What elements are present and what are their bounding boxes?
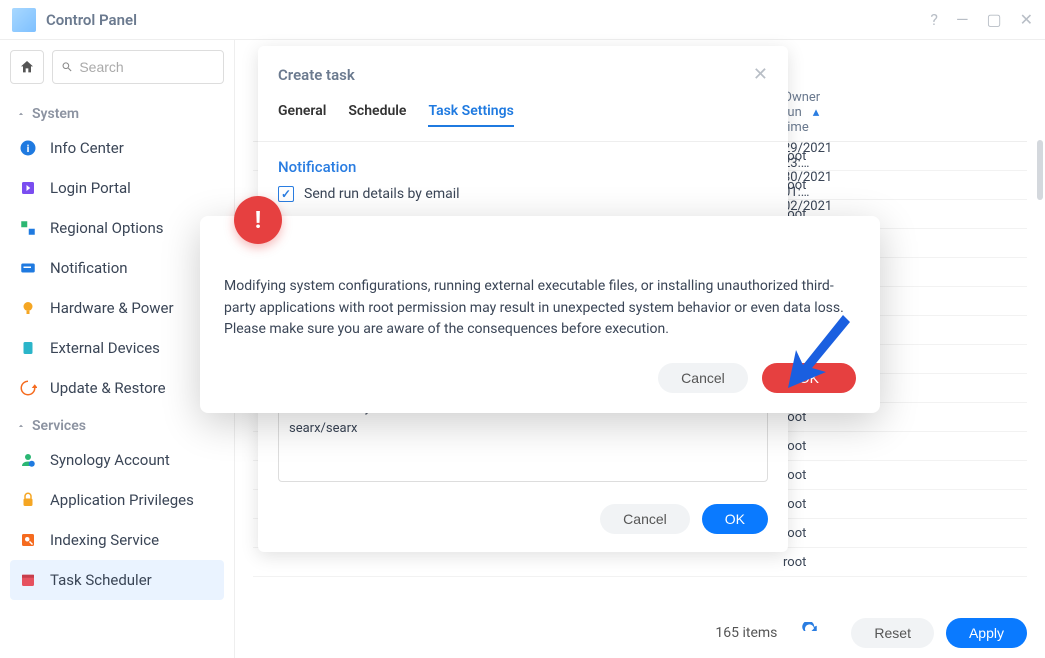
reset-button[interactable]: Reset <box>851 618 934 648</box>
warning-modal: ! Modifying system configurations, runni… <box>200 216 880 413</box>
cell-owner: root <box>783 468 1027 483</box>
scrollbar[interactable] <box>1037 140 1043 580</box>
warn-cancel-button[interactable]: Cancel <box>658 363 748 393</box>
sidebar-item-update-restore[interactable]: Update & Restore <box>10 368 224 408</box>
maximize-icon[interactable]: ▢ <box>986 10 1001 29</box>
help-icon[interactable]: ? <box>930 10 938 29</box>
lock-icon <box>18 490 38 510</box>
sidebar-item-label: External Devices <box>50 339 160 357</box>
sidebar-item-label: Hardware & Power <box>50 299 174 317</box>
portal-icon <box>18 178 38 198</box>
notification-section-title: Notification <box>278 158 768 176</box>
info-icon: i <box>18 138 38 158</box>
calendar-icon <box>18 570 38 590</box>
sidebar-item-label: Info Center <box>50 139 124 157</box>
bulb-icon <box>18 298 38 318</box>
cell-owner: root <box>783 526 1027 541</box>
cell-owner: root <box>783 497 1027 512</box>
cancel-button[interactable]: Cancel <box>600 504 690 534</box>
cell-owner: root <box>783 149 1027 164</box>
tab-task-settings[interactable]: Task Settings <box>428 103 513 127</box>
section-label: System <box>32 106 79 122</box>
svg-text:i: i <box>27 142 30 155</box>
index-icon <box>18 530 38 550</box>
usb-icon <box>18 338 38 358</box>
home-icon <box>19 59 35 75</box>
send-email-checkbox-row[interactable]: Send run details by email <box>278 186 768 202</box>
chevron-up-icon <box>16 109 26 119</box>
sidebar-item-regional-options[interactable]: Regional Options <box>10 208 224 248</box>
update-icon <box>18 378 38 398</box>
sidebar-item-application-privileges[interactable]: Application Privileges <box>10 480 224 520</box>
section-label: Services <box>32 418 86 434</box>
items-count: 165 items <box>715 625 777 641</box>
footer-bar: 165 items Reset Apply <box>253 618 1027 648</box>
app-icon <box>12 8 36 32</box>
sidebar-item-label: Regional Options <box>50 219 164 237</box>
tab-general[interactable]: General <box>278 103 326 127</box>
home-button[interactable] <box>10 50 44 84</box>
titlebar: Control Panel ? — ▢ ✕ <box>0 0 1045 40</box>
sidebar-item-synology-account[interactable]: Synology Account <box>10 440 224 480</box>
chevron-up-icon <box>16 421 26 431</box>
search-icon <box>61 60 73 74</box>
warning-text: Modifying system configurations, running… <box>224 276 856 341</box>
close-icon[interactable]: ✕ <box>1020 10 1033 29</box>
annotation-arrow-icon <box>788 310 858 390</box>
sidebar-item-label: Notification <box>50 259 128 277</box>
window-title: Control Panel <box>46 11 137 29</box>
notify-icon <box>18 258 38 278</box>
modal-tabs: General Schedule Task Settings <box>258 95 788 142</box>
sidebar-item-info-center[interactable]: i Info Center <box>10 128 224 168</box>
refresh-icon[interactable] <box>801 622 819 644</box>
sidebar-item-label: Application Privileges <box>50 491 194 509</box>
sidebar-item-external-devices[interactable]: External Devices <box>10 328 224 368</box>
sidebar-item-indexing-service[interactable]: Indexing Service <box>10 520 224 560</box>
apply-button[interactable]: Apply <box>946 618 1027 648</box>
checkbox-icon[interactable] <box>278 186 294 202</box>
sidebar-item-label: Update & Restore <box>50 379 166 397</box>
checkbox-label: Send run details by email <box>304 186 460 202</box>
sidebar-item-hardware-power[interactable]: Hardware & Power <box>10 288 224 328</box>
sidebar-item-label: Indexing Service <box>50 531 159 549</box>
section-services[interactable]: Services <box>10 408 224 440</box>
sidebar-item-login-portal[interactable]: Login Portal <box>10 168 224 208</box>
search-input-wrap[interactable] <box>52 50 224 84</box>
col-header-owner[interactable]: Owner <box>783 90 1027 135</box>
table-row[interactable]: root <box>253 548 1027 577</box>
cell-owner: root <box>783 178 1027 193</box>
search-input[interactable] <box>79 59 215 75</box>
close-icon[interactable]: ✕ <box>753 64 768 85</box>
sidebar-item-label: Synology Account <box>50 451 170 469</box>
tab-schedule[interactable]: Schedule <box>348 103 406 127</box>
account-icon <box>18 450 38 470</box>
cell-owner: root <box>783 555 1027 570</box>
sidebar-item-label: Login Portal <box>50 179 131 197</box>
sidebar-item-task-scheduler[interactable]: Task Scheduler <box>10 560 224 600</box>
ok-button[interactable]: OK <box>702 504 768 534</box>
region-icon <box>18 218 38 238</box>
modal-title: Create task <box>278 66 355 84</box>
warning-icon: ! <box>234 196 282 244</box>
minimize-icon[interactable]: — <box>956 10 969 29</box>
cell-owner: root <box>783 439 1027 454</box>
section-system[interactable]: System <box>10 96 224 128</box>
sidebar-item-notification[interactable]: Notification <box>10 248 224 288</box>
sidebar-item-label: Task Scheduler <box>50 571 152 589</box>
scrollbar-thumb[interactable] <box>1037 140 1043 200</box>
window-controls: ? — ▢ ✕ <box>930 10 1033 29</box>
